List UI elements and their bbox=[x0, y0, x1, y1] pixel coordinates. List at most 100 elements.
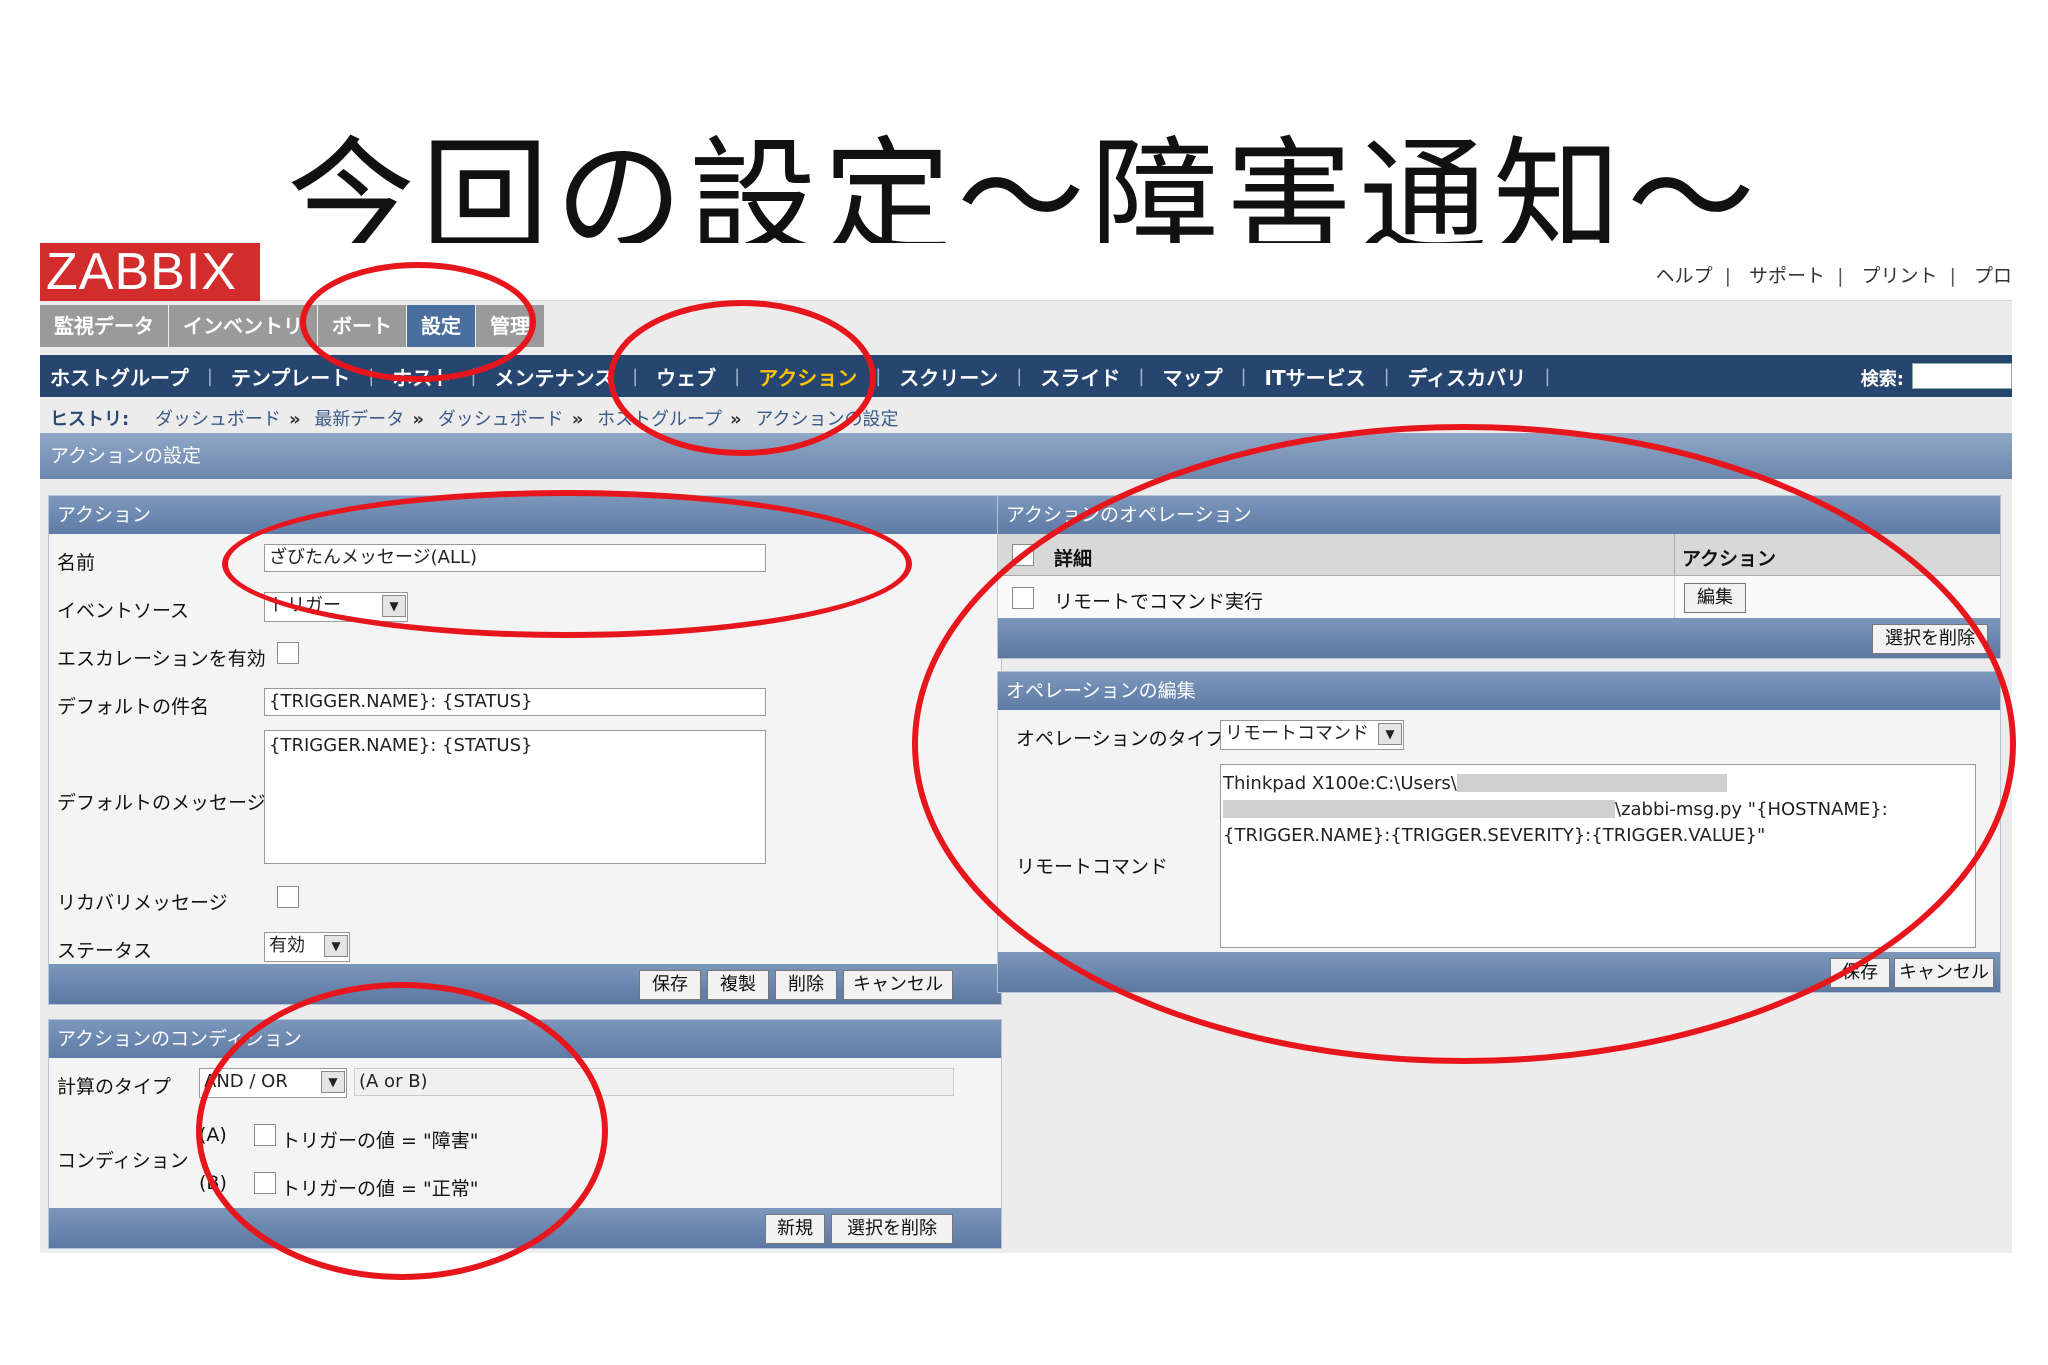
operations-panel-title: アクションのオペレーション bbox=[998, 496, 2000, 534]
subnav-web[interactable]: ウェブ bbox=[656, 362, 716, 391]
edit-operation-button[interactable]: 編集 bbox=[1684, 583, 1746, 613]
table-row: リモートでコマンド実行 編集 bbox=[998, 576, 2000, 620]
breadcrumb: ヒストリ: ダッシュボード» 最新データ» ダッシュボード» ホストグループ» … bbox=[50, 409, 899, 430]
operations-table-header: 詳細 アクション bbox=[998, 534, 2000, 576]
calc-formula-field: (A or B) bbox=[354, 1068, 954, 1096]
remote-command-label: リモートコマンド bbox=[1016, 856, 1169, 878]
crumb-latest-data[interactable]: 最新データ bbox=[314, 409, 404, 430]
main-tabs: 監視データ インベントリ ボート 設定 管理 bbox=[40, 305, 545, 347]
condition-a-tag: (A) bbox=[199, 1124, 227, 1146]
command-line-3: {TRIGGER.NAME}:{TRIGGER.SEVERITY}:{TRIGG… bbox=[1223, 825, 1766, 846]
sub-navigation: ホストグループ | テンプレート | ホスト | メンテナンス | ウェブ | アクション… bbox=[40, 355, 2012, 397]
crumb-dashboard-2[interactable]: ダッシュボード bbox=[438, 409, 564, 430]
status-label: ステータス bbox=[57, 940, 153, 962]
detail-column-header: 詳細 bbox=[1054, 548, 1093, 570]
zabbix-screenshot: ZABBIX ヘルプ | サポート | プリント | プロ 監視データ インベントリ … bbox=[40, 243, 2012, 1253]
operation-type-label: オペレーションのタイプ bbox=[1016, 728, 1225, 750]
condition-a-checkbox[interactable] bbox=[254, 1124, 276, 1146]
condition-a-text: トリガーの値 = "障害" bbox=[281, 1130, 479, 1152]
name-field[interactable]: ざびたんメッセージ(ALL) bbox=[264, 544, 766, 572]
search-label: 検索: bbox=[1860, 369, 1904, 390]
edit-operation-panel-footer: 保存 キャンセル bbox=[998, 952, 2000, 992]
subnav-discovery[interactable]: ディスカバリ bbox=[1408, 362, 1527, 391]
operation-detail: リモートでコマンド実行 bbox=[1054, 591, 1264, 613]
top-bar: ZABBIX ヘルプ | サポート | プリント | プロ bbox=[40, 243, 2012, 301]
default-message-label: デフォルトのメッセージ bbox=[57, 792, 266, 814]
operation-type-select[interactable]: リモートコマンド ▼ bbox=[1220, 720, 1404, 750]
event-source-label: イベントソース bbox=[57, 600, 190, 622]
slide-bottom-area bbox=[40, 1253, 2012, 1365]
tab-monitoring[interactable]: 監視データ bbox=[40, 305, 168, 347]
default-subject-field[interactable]: {TRIGGER.NAME}: {STATUS} bbox=[264, 688, 766, 716]
condition-label: コンディション bbox=[57, 1150, 189, 1172]
cancel-button[interactable]: キャンセル bbox=[843, 970, 953, 1000]
default-subject-label: デフォルトの件名 bbox=[57, 696, 210, 718]
profile-link[interactable]: プロ bbox=[1974, 265, 2012, 287]
support-link[interactable]: サポート bbox=[1749, 265, 1825, 287]
calc-type-value: AND / OR bbox=[204, 1071, 288, 1092]
calc-type-label: 計算のタイプ bbox=[57, 1076, 172, 1098]
crumb-action-settings[interactable]: アクションの設定 bbox=[755, 409, 898, 430]
chevron-down-icon: ▼ bbox=[1378, 723, 1402, 745]
command-line-2: \zabbi-msg.py "{HOSTNAME}: bbox=[1615, 799, 1888, 820]
clone-button[interactable]: 複製 bbox=[707, 970, 769, 1000]
remote-command-textarea[interactable]: Thinkpad X100e:C:\Users\ \zabbi-msg.py "… bbox=[1220, 764, 1976, 948]
operations-panel-footer: 選択を削除 bbox=[998, 618, 2000, 658]
subnav-hosts[interactable]: ホスト bbox=[392, 362, 452, 391]
delete-selected-button[interactable]: 選択を削除 bbox=[831, 1214, 953, 1244]
condition-b-checkbox[interactable] bbox=[254, 1172, 276, 1194]
cancel-operation-button[interactable]: キャンセル bbox=[1894, 958, 1994, 988]
escalation-checkbox[interactable] bbox=[277, 642, 299, 664]
crumb-dashboard[interactable]: ダッシュボード bbox=[155, 409, 281, 430]
history-label: ヒストリ: bbox=[50, 409, 130, 430]
tab-administration[interactable]: 管理 bbox=[476, 305, 544, 347]
escalation-label: エスカレーションを有効 bbox=[57, 648, 266, 670]
subnav-actions[interactable]: アクション bbox=[758, 362, 857, 391]
tab-inventory[interactable]: インベントリ bbox=[169, 305, 317, 347]
subnav-screens[interactable]: スクリーン bbox=[899, 362, 998, 391]
conditions-panel: アクションのコンディション 計算のタイプ AND / OR ▼ (A or B)… bbox=[48, 1019, 1002, 1249]
calc-type-select[interactable]: AND / OR ▼ bbox=[199, 1068, 347, 1098]
subnav-hostgroups[interactable]: ホストグループ bbox=[50, 362, 189, 391]
search-input[interactable] bbox=[1912, 363, 2012, 389]
status-value: 有効 bbox=[269, 935, 305, 956]
subnav-maintenance[interactable]: メンテナンス bbox=[494, 362, 614, 391]
redacted-text bbox=[1456, 774, 1727, 792]
edit-operation-panel: オペレーションの編集 オペレーションのタイプ リモートコマンド ▼ リモートコマ… bbox=[997, 671, 2001, 993]
subnav-it-services[interactable]: ITサービス bbox=[1265, 362, 1366, 391]
top-links: ヘルプ | サポート | プリント | プロ bbox=[1655, 265, 2012, 287]
recovery-checkbox[interactable] bbox=[277, 886, 299, 908]
row-checkbox[interactable] bbox=[1012, 587, 1034, 609]
recovery-label: リカバリメッセージ bbox=[57, 892, 228, 914]
status-select[interactable]: 有効 ▼ bbox=[264, 932, 350, 962]
help-link[interactable]: ヘルプ bbox=[1656, 265, 1713, 287]
subnav-templates[interactable]: テンプレート bbox=[231, 362, 350, 391]
select-all-checkbox[interactable] bbox=[1012, 544, 1034, 566]
chevron-down-icon: ▼ bbox=[321, 1071, 345, 1093]
action-panel-title: アクション bbox=[49, 496, 1001, 534]
chevron-down-icon: ▼ bbox=[382, 595, 406, 617]
operations-panel: アクションのオペレーション 詳細 アクション リモートでコマンド実行 編集 選択… bbox=[997, 495, 2001, 659]
print-link[interactable]: プリント bbox=[1862, 265, 1938, 287]
save-button[interactable]: 保存 bbox=[639, 970, 701, 1000]
page-title: アクションの設定 bbox=[40, 433, 2012, 479]
subnav-slides[interactable]: スライド bbox=[1040, 362, 1120, 391]
zabbix-logo: ZABBIX bbox=[40, 243, 260, 301]
name-label: 名前 bbox=[57, 552, 96, 574]
default-message-textarea[interactable]: {TRIGGER.NAME}: {STATUS} bbox=[264, 730, 766, 864]
save-operation-button[interactable]: 保存 bbox=[1830, 958, 1890, 988]
new-condition-button[interactable]: 新規 bbox=[765, 1214, 825, 1244]
event-source-select[interactable]: トリガー ▼ bbox=[264, 592, 408, 622]
event-source-value: トリガー bbox=[269, 595, 341, 616]
crumb-hostgroups[interactable]: ホストグループ bbox=[597, 409, 722, 430]
tab-configuration[interactable]: 設定 bbox=[407, 305, 475, 347]
condition-b-text: トリガーの値 = "正常" bbox=[281, 1178, 479, 1200]
tab-reports[interactable]: ボート bbox=[318, 305, 406, 347]
subnav-maps[interactable]: マップ bbox=[1162, 362, 1222, 391]
edit-operation-panel-title: オペレーションの編集 bbox=[998, 672, 2000, 710]
delete-selected-operations-button[interactable]: 選択を削除 bbox=[1872, 624, 1988, 654]
chevron-down-icon: ▼ bbox=[324, 935, 348, 957]
command-line-1: Thinkpad X100e:C:\Users\ bbox=[1223, 773, 1457, 794]
redacted-text bbox=[1223, 800, 1615, 818]
delete-button[interactable]: 削除 bbox=[775, 970, 837, 1000]
